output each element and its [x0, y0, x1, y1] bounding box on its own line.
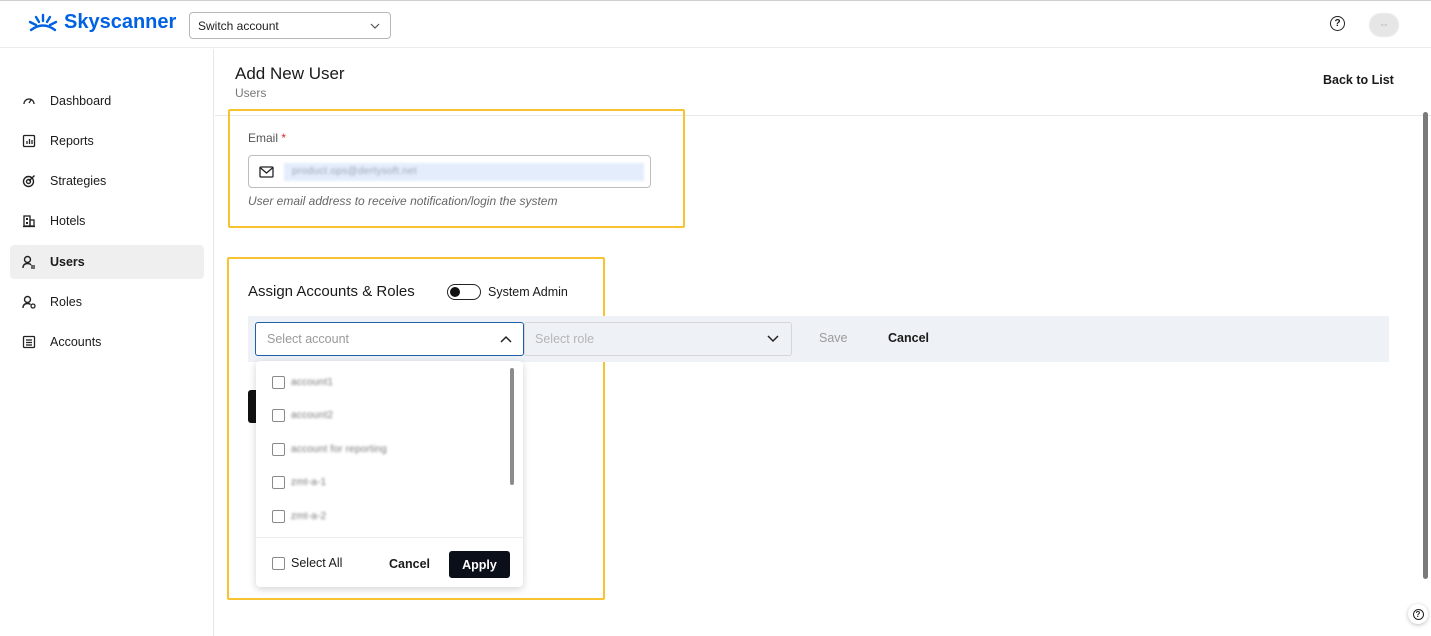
switch-account-select[interactable]: Switch account [189, 12, 391, 39]
sidebar-item-label: Users [50, 255, 85, 269]
role-select-placeholder: Select role [535, 332, 595, 346]
sidebar-item-label: Reports [50, 134, 94, 148]
account-option[interactable]: account1 [272, 373, 333, 391]
account-option-label: zmt-a-2 [291, 510, 327, 522]
skyscanner-logo[interactable]: Skyscanner [28, 11, 176, 34]
system-admin-label: System Admin [488, 285, 568, 299]
sidebar-item-strategies[interactable]: Strategies [10, 164, 204, 198]
accounts-icon [22, 335, 36, 349]
page-title: Add New User [235, 64, 345, 83]
account-option[interactable]: zmt-a-2 [272, 507, 326, 525]
account-option-label: account for reporting [291, 443, 387, 455]
floating-help-button[interactable]: ? [1408, 604, 1428, 624]
sidebar-item-label: Accounts [50, 335, 102, 349]
dropdown-divider [256, 537, 523, 538]
account-option[interactable]: account for reporting [272, 440, 387, 458]
required-mark: * [281, 131, 287, 145]
account-select[interactable]: Select account [255, 322, 524, 356]
avatar-text: ·· [1380, 19, 1388, 31]
checkbox[interactable] [272, 556, 285, 570]
strategies-icon [22, 175, 35, 188]
sidebar-item-hotels[interactable]: Hotels [10, 204, 204, 238]
roles-icon [22, 295, 36, 309]
users-icon [22, 255, 35, 269]
page-scrollbar[interactable] [1423, 112, 1428, 579]
select-all-option[interactable]: Select All [272, 556, 342, 570]
help-icon: ? [1412, 608, 1424, 620]
dropdown-cancel-button[interactable]: Cancel [389, 557, 430, 571]
apply-button[interactable]: Apply [449, 551, 510, 578]
email-help-text: User email address to receive notificati… [248, 194, 558, 208]
sidebar-item-users[interactable]: Users [10, 245, 204, 279]
checkbox[interactable] [272, 442, 285, 456]
select-all-label: Select All [291, 556, 343, 570]
sidebar-item-label: Hotels [50, 214, 86, 228]
account-dropdown: account1 account2 account for reporting … [256, 361, 523, 587]
dashboard-icon [23, 98, 35, 105]
sidebar-item-roles[interactable]: Roles [10, 285, 204, 319]
dropdown-scrollbar[interactable] [510, 368, 514, 485]
checkbox[interactable] [272, 375, 285, 389]
sidebar-item-label: Dashboard [50, 94, 112, 108]
help-glyph: ? [1334, 18, 1341, 29]
mail-icon [259, 165, 274, 178]
account-option-label: account1 [291, 376, 334, 388]
reports-icon [22, 134, 36, 148]
chevron-up-icon [500, 335, 512, 343]
sidebar-item-accounts[interactable]: Accounts [10, 325, 204, 359]
sidebar-item-dashboard[interactable]: Dashboard [10, 84, 204, 118]
account-option-label: account2 [291, 409, 334, 421]
email-label: Email * [248, 131, 286, 145]
cancel-button[interactable]: Cancel [888, 331, 929, 345]
save-button[interactable]: Save [819, 331, 848, 345]
sidebar-item-label: Roles [50, 295, 82, 309]
assign-title: Assign Accounts & Roles [248, 283, 415, 300]
account-option[interactable]: zmt-a-1 [272, 473, 326, 491]
top-bar: Skyscanner Switch account ? ·· [0, 0, 1431, 48]
role-select[interactable]: Select role [524, 322, 792, 356]
sidebar-item-reports[interactable]: Reports [10, 124, 204, 158]
brand-name: Skyscanner [64, 11, 177, 33]
checkbox[interactable] [272, 509, 285, 523]
sidebar: Dashboard Reports Strategies Hotels User… [0, 49, 214, 636]
email-field[interactable]: product.ops@dertysoft.net [248, 155, 651, 188]
checkbox[interactable] [272, 475, 285, 489]
chevron-down-icon [370, 23, 380, 29]
breadcrumb[interactable]: Users [235, 86, 266, 100]
checkbox[interactable] [272, 408, 285, 422]
hotels-icon [23, 215, 35, 228]
add-button-partial[interactable] [248, 390, 256, 423]
sun-logo-icon [28, 13, 58, 31]
help-icon[interactable]: ? [1330, 16, 1345, 31]
email-value: product.ops@dertysoft.net [284, 162, 644, 181]
account-option[interactable]: account2 [272, 406, 333, 424]
account-option-label: zmt-a-1 [291, 476, 327, 488]
email-label-text: Email [248, 131, 279, 145]
account-select-placeholder: Select account [267, 332, 349, 346]
back-to-list-link[interactable]: Back to List [1323, 73, 1394, 87]
avatar[interactable]: ·· [1369, 13, 1399, 37]
system-admin-toggle[interactable] [447, 284, 481, 300]
chevron-down-icon [767, 335, 779, 343]
switch-account-label: Switch account [198, 18, 279, 33]
sidebar-item-label: Strategies [50, 174, 107, 188]
